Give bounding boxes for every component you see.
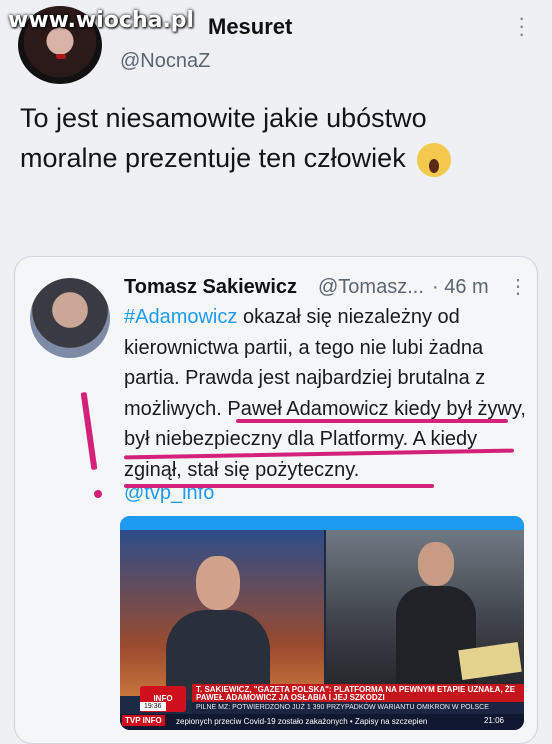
quoted-author-avatar[interactable] [30, 278, 110, 358]
quoted-display-name[interactable]: Tomasz Sakiewicz [124, 276, 297, 299]
tweet-body: To jest niesamowite jakie ubóstwo moraln… [20, 103, 427, 173]
ink-underline-3 [124, 484, 434, 488]
quoted-more-icon[interactable]: ⋮ [508, 274, 528, 299]
author-display-name[interactable]: Mesuret [208, 14, 292, 40]
side-time: 19:36 [140, 702, 166, 711]
ink-exclamation-dot [94, 490, 102, 498]
media-top-bar [120, 516, 524, 530]
author-handle[interactable]: @NocnaZ [120, 50, 210, 73]
face-screaming-in-fear-icon [417, 142, 452, 177]
ticker-bottom: zepionych przeciw Covid-19 zostało zakaż… [120, 714, 524, 730]
ink-underline-1 [236, 419, 508, 423]
quoted-handle[interactable]: @Tomasz... [318, 276, 424, 299]
tweet-text: To jest niesamowite jakie ubóstwo moraln… [20, 98, 530, 178]
quoted-timestamp[interactable]: · 46 m [432, 276, 489, 299]
broadcast-clock: 21:06 [483, 716, 504, 725]
video-thumbnail[interactable]: INFO T. SAKIEWICZ, "GAZETA POLSKA": PLAT… [120, 516, 524, 730]
ticker-headline: T. SAKIEWICZ, "GAZETA POLSKA": PLATFORMA… [192, 684, 524, 702]
hashtag-link[interactable]: #Adamowicz [124, 306, 237, 328]
more-options-icon[interactable]: · · · [518, 7, 525, 45]
watermark: www.wiocha.pl [8, 8, 195, 33]
presenter-figure [166, 556, 270, 700]
ticker-flash: PILNE MZ: POTWIERDZONO JUŻ 1 390 PRZYPAD… [192, 702, 524, 714]
channel-badge: TVP INFO [122, 715, 165, 726]
